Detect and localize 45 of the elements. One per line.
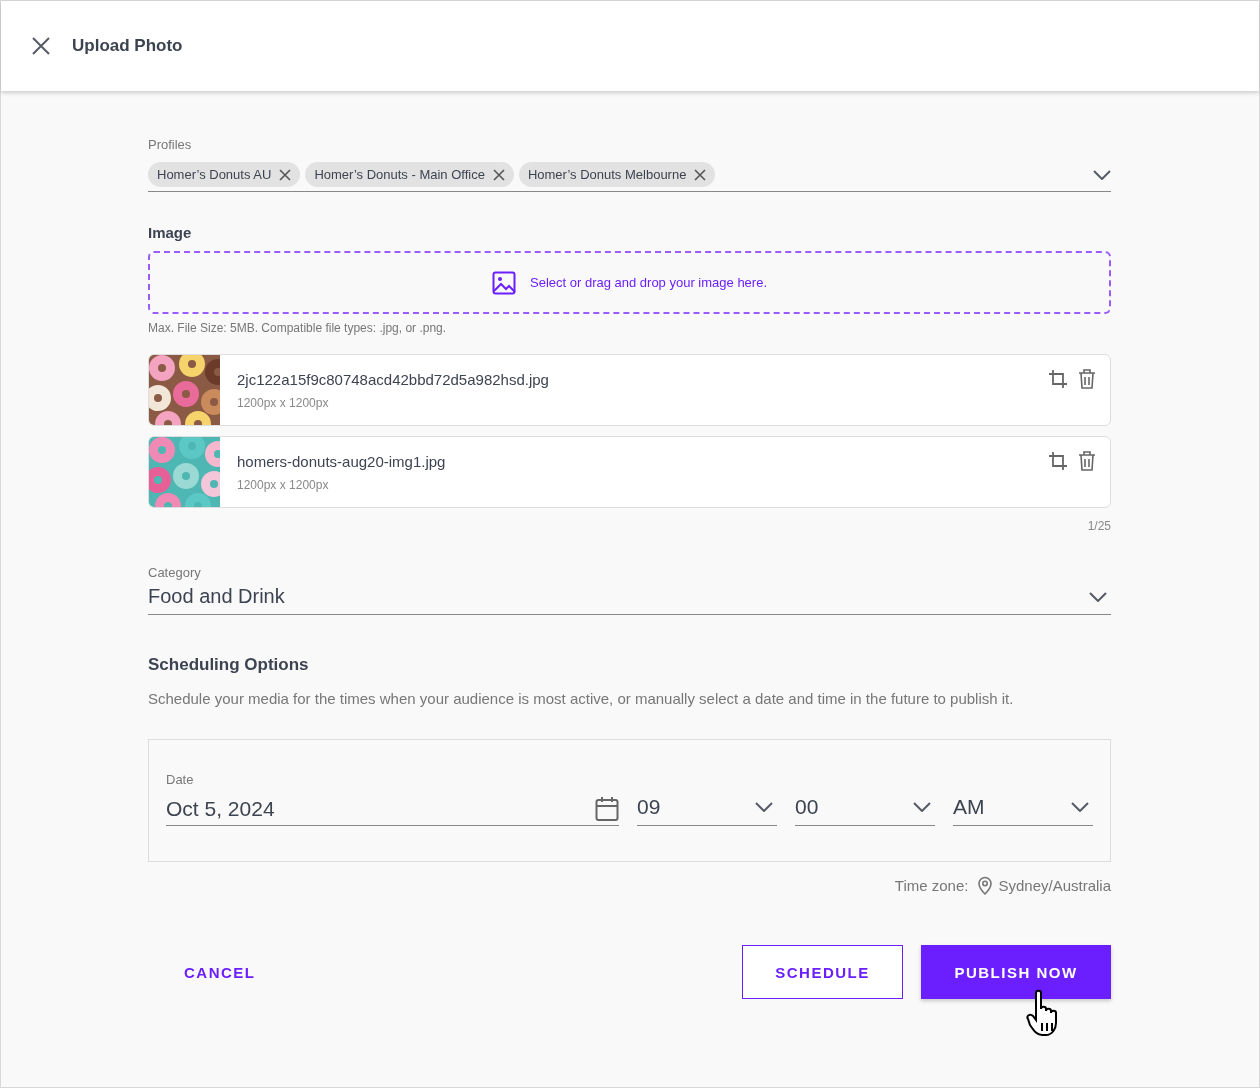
trash-icon[interactable] [1078,451,1096,471]
window-title: Upload Photo [72,36,183,56]
file-size: 1200px x 1200px [237,478,330,492]
crop-icon[interactable] [1048,451,1068,471]
file-name: homers-donuts-aug20-img1.jpg [237,453,447,470]
hint-text: Max. File Size: 5MB. Compatible file types: .jpg, or .png. [148,321,448,335]
hour-select[interactable]: 09 [637,791,777,826]
profile-chip[interactable]: Homer’s Donuts AU [148,162,301,187]
period-select[interactable]: AM [953,791,1093,826]
image-icon [492,270,516,295]
field-label: Profiles [148,137,193,152]
chevron-down-icon [1093,169,1111,180]
profile-chip[interactable]: Homer’s Donuts - Main Office [305,162,514,187]
field-label: Date [166,772,195,787]
file-counter: 1/25 [1087,519,1111,533]
schedule-button[interactable]: SCHEDULE [742,945,903,999]
chevron-down-icon [913,802,931,812]
close-icon[interactable] [694,168,707,181]
chevron-down-icon [755,802,773,812]
section-label: Image [148,224,193,241]
date-field[interactable]: Oct 5, 2024 [166,792,619,826]
location-pin-icon [977,876,994,895]
trash-icon[interactable] [1078,369,1096,389]
category-select[interactable]: Food and Drink [148,582,1111,615]
file-size: 1200px x 1200px [237,396,330,410]
publish-button[interactable]: PUBLISH NOW [921,945,1111,999]
section-title: Scheduling Options [148,655,310,675]
timezone-label: Time zone: [894,877,969,894]
crop-icon[interactable] [1048,369,1068,389]
cancel-button[interactable]: CANCEL [148,953,292,991]
profiles-field[interactable]: Homer’s Donuts AU Homer’s Donuts - Main Office Homer’s Donuts Melbourne [148,158,1111,192]
close-icon[interactable] [32,37,50,55]
close-icon[interactable] [492,168,505,181]
description-text: Schedule your media for the times when your audience is most active, or manually select a date and time in the future to publish it. [148,690,1015,707]
profile-chip[interactable]: Homer’s Donuts Melbourne [518,162,716,187]
chevron-down-icon [1071,802,1089,812]
minute-select[interactable]: 00 [795,791,935,826]
close-icon[interactable] [279,168,292,181]
file-name: 2jc122a15f9c80748acd42bbd72d5a982hsd.jpg [237,371,550,388]
timezone-value: Sydney/Australia [998,877,1111,894]
drop-zone-text: Select or drag and drop your image here. [530,275,767,290]
field-label: Category [148,565,202,580]
chevron-down-icon [1089,591,1107,602]
calendar-icon[interactable] [595,796,619,822]
drop-zone[interactable]: Select or drag and drop your image here. [148,251,1111,314]
